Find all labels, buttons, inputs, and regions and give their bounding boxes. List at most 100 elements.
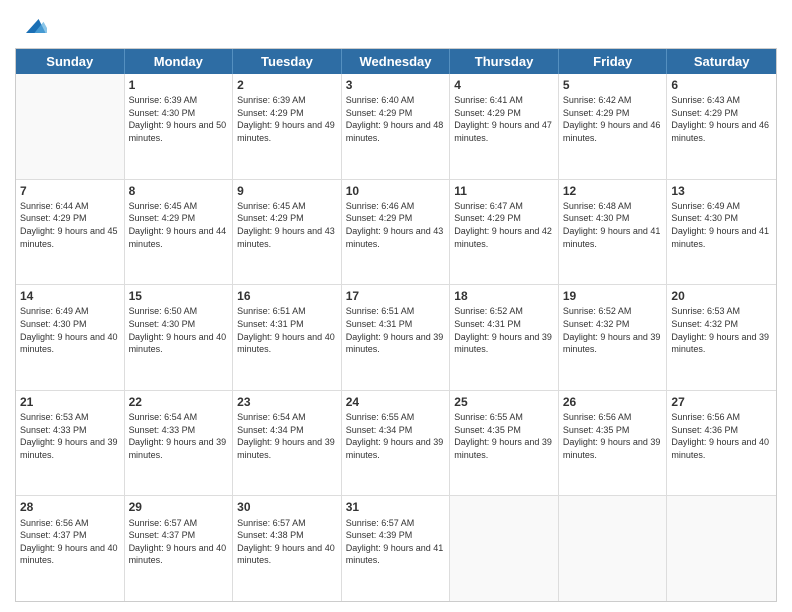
calendar-cell: 5Sunrise: 6:42 AMSunset: 4:29 PMDaylight…: [559, 74, 668, 179]
calendar-week: 14Sunrise: 6:49 AMSunset: 4:30 PMDayligh…: [16, 285, 776, 391]
day-number: 3: [346, 77, 446, 93]
day-number: 1: [129, 77, 229, 93]
cell-info: Sunrise: 6:57 AMSunset: 4:39 PMDaylight:…: [346, 517, 446, 567]
calendar-cell: 1Sunrise: 6:39 AMSunset: 4:30 PMDaylight…: [125, 74, 234, 179]
cell-info: Sunrise: 6:42 AMSunset: 4:29 PMDaylight:…: [563, 94, 663, 144]
day-number: 4: [454, 77, 554, 93]
calendar-cell: 27Sunrise: 6:56 AMSunset: 4:36 PMDayligh…: [667, 391, 776, 496]
cell-info: Sunrise: 6:41 AMSunset: 4:29 PMDaylight:…: [454, 94, 554, 144]
cell-info: Sunrise: 6:55 AMSunset: 4:35 PMDaylight:…: [454, 411, 554, 461]
calendar-cell: 28 Sunrise: 6:56 AMSunset: 4:37 PMDayligh…: [16, 496, 125, 601]
day-number: 15: [129, 288, 229, 304]
day-number: 24: [346, 394, 446, 410]
header-day: Saturday: [667, 49, 776, 74]
cell-info: Sunrise: 6:51 AMSunset: 4:31 PMDaylight:…: [237, 305, 337, 355]
cell-info: Sunrise: 6:47 AMSunset: 4:29 PMDaylight:…: [454, 200, 554, 250]
cell-info: Sunrise: 6:54 AMSunset: 4:34 PMDaylight:…: [237, 411, 337, 461]
calendar: SundayMondayTuesdayWednesdayThursdayFrid…: [15, 48, 777, 602]
day-number: 7: [20, 183, 120, 199]
logo-icon: [19, 12, 47, 40]
calendar-cell: 31 Sunrise: 6:57 AMSunset: 4:39 PMDayligh…: [342, 496, 451, 601]
header-day: Wednesday: [342, 49, 451, 74]
calendar-cell: 22Sunrise: 6:54 AMSunset: 4:33 PMDayligh…: [125, 391, 234, 496]
cell-info: Sunrise: 6:45 AMSunset: 4:29 PMDaylight:…: [129, 200, 229, 250]
cell-info: Sunrise: 6:57 AMSunset: 4:37 PMDaylight:…: [129, 517, 229, 567]
calendar-cell: 13Sunrise: 6:49 AMSunset: 4:30 PMDayligh…: [667, 180, 776, 285]
calendar-cell: 3Sunrise: 6:40 AMSunset: 4:29 PMDaylight…: [342, 74, 451, 179]
cell-info: Sunrise: 6:56 AMSunset: 4:36 PMDaylight:…: [671, 411, 772, 461]
calendar-header: SundayMondayTuesdayWednesdayThursdayFrid…: [16, 49, 776, 74]
day-number: 30: [237, 499, 337, 515]
header: [15, 10, 777, 40]
calendar-cell: 17Sunrise: 6:51 AMSunset: 4:31 PMDayligh…: [342, 285, 451, 390]
day-number: 21: [20, 394, 120, 410]
header-day: Sunday: [16, 49, 125, 74]
calendar-cell: 12Sunrise: 6:48 AMSunset: 4:30 PMDayligh…: [559, 180, 668, 285]
cell-info: Sunrise: 6:43 AMSunset: 4:29 PMDaylight:…: [671, 94, 772, 144]
day-number: 5: [563, 77, 663, 93]
header-day: Monday: [125, 49, 234, 74]
calendar-cell: 29Sunrise: 6:57 AMSunset: 4:37 PMDayligh…: [125, 496, 234, 601]
cell-info: Sunrise: 6:52 AMSunset: 4:32 PMDaylight:…: [563, 305, 663, 355]
calendar-cell: 18Sunrise: 6:52 AMSunset: 4:31 PMDayligh…: [450, 285, 559, 390]
day-number: 9: [237, 183, 337, 199]
calendar-body: 1Sunrise: 6:39 AMSunset: 4:30 PMDaylight…: [16, 74, 776, 601]
calendar-cell: 23Sunrise: 6:54 AMSunset: 4:34 PMDayligh…: [233, 391, 342, 496]
calendar-cell: [16, 74, 125, 179]
calendar-cell: 26Sunrise: 6:56 AMSunset: 4:35 PMDayligh…: [559, 391, 668, 496]
cell-info: Sunrise: 6:54 AMSunset: 4:33 PMDaylight:…: [129, 411, 229, 461]
day-number: 28: [20, 499, 120, 515]
cell-info: Sunrise: 6:50 AMSunset: 4:30 PMDaylight:…: [129, 305, 229, 355]
cell-info: Sunrise: 6:40 AMSunset: 4:29 PMDaylight:…: [346, 94, 446, 144]
calendar-cell: 9Sunrise: 6:45 AMSunset: 4:29 PMDaylight…: [233, 180, 342, 285]
day-number: 25: [454, 394, 554, 410]
cell-info: Sunrise: 6:39 AMSunset: 4:29 PMDaylight:…: [237, 94, 337, 144]
cell-info: Sunrise: 6:45 AMSunset: 4:29 PMDaylight:…: [237, 200, 337, 250]
calendar-cell: [667, 496, 776, 601]
day-number: 22: [129, 394, 229, 410]
calendar-cell: 16Sunrise: 6:51 AMSunset: 4:31 PMDayligh…: [233, 285, 342, 390]
cell-info: Sunrise: 6:53 AMSunset: 4:33 PMDaylight:…: [20, 411, 120, 461]
calendar-cell: 6Sunrise: 6:43 AMSunset: 4:29 PMDaylight…: [667, 74, 776, 179]
day-number: 18: [454, 288, 554, 304]
cell-info: Sunrise: 6:49 AMSunset: 4:30 PMDaylight:…: [20, 305, 120, 355]
calendar-cell: 19Sunrise: 6:52 AMSunset: 4:32 PMDayligh…: [559, 285, 668, 390]
calendar-cell: 8Sunrise: 6:45 AMSunset: 4:29 PMDaylight…: [125, 180, 234, 285]
day-number: 12: [563, 183, 663, 199]
header-day: Thursday: [450, 49, 559, 74]
cell-info: Sunrise: 6:52 AMSunset: 4:31 PMDaylight:…: [454, 305, 554, 355]
page: SundayMondayTuesdayWednesdayThursdayFrid…: [0, 0, 792, 612]
calendar-cell: 24Sunrise: 6:55 AMSunset: 4:34 PMDayligh…: [342, 391, 451, 496]
calendar-cell: 4Sunrise: 6:41 AMSunset: 4:29 PMDaylight…: [450, 74, 559, 179]
day-number: 8: [129, 183, 229, 199]
calendar-week: 7Sunrise: 6:44 AMSunset: 4:29 PMDaylight…: [16, 180, 776, 286]
day-number: 23: [237, 394, 337, 410]
day-number: 31: [346, 499, 446, 515]
cell-info: Sunrise: 6:55 AMSunset: 4:34 PMDaylight:…: [346, 411, 446, 461]
day-number: 20: [671, 288, 772, 304]
calendar-cell: 2Sunrise: 6:39 AMSunset: 4:29 PMDaylight…: [233, 74, 342, 179]
cell-info: Sunrise: 6:57 AMSunset: 4:38 PMDaylight:…: [237, 517, 337, 567]
day-number: 19: [563, 288, 663, 304]
day-number: 6: [671, 77, 772, 93]
calendar-cell: 30 Sunrise: 6:57 AMSunset: 4:38 PMDayligh…: [233, 496, 342, 601]
day-number: 13: [671, 183, 772, 199]
calendar-week: 28 Sunrise: 6:56 AMSunset: 4:37 PMDayligh…: [16, 496, 776, 601]
day-number: 16: [237, 288, 337, 304]
calendar-cell: [450, 496, 559, 601]
cell-info: Sunrise: 6:56 AMSunset: 4:37 PMDaylight:…: [20, 517, 120, 567]
day-number: 14: [20, 288, 120, 304]
day-number: 26: [563, 394, 663, 410]
day-number: 27: [671, 394, 772, 410]
calendar-cell: 7Sunrise: 6:44 AMSunset: 4:29 PMDaylight…: [16, 180, 125, 285]
cell-info: Sunrise: 6:56 AMSunset: 4:35 PMDaylight:…: [563, 411, 663, 461]
day-number: 10: [346, 183, 446, 199]
calendar-cell: 11Sunrise: 6:47 AMSunset: 4:29 PMDayligh…: [450, 180, 559, 285]
day-number: 2: [237, 77, 337, 93]
cell-info: Sunrise: 6:53 AMSunset: 4:32 PMDaylight:…: [671, 305, 772, 355]
cell-info: Sunrise: 6:49 AMSunset: 4:30 PMDaylight:…: [671, 200, 772, 250]
cell-info: Sunrise: 6:39 AMSunset: 4:30 PMDaylight:…: [129, 94, 229, 144]
calendar-cell: [559, 496, 668, 601]
cell-info: Sunrise: 6:44 AMSunset: 4:29 PMDaylight:…: [20, 200, 120, 250]
calendar-cell: 15Sunrise: 6:50 AMSunset: 4:30 PMDayligh…: [125, 285, 234, 390]
